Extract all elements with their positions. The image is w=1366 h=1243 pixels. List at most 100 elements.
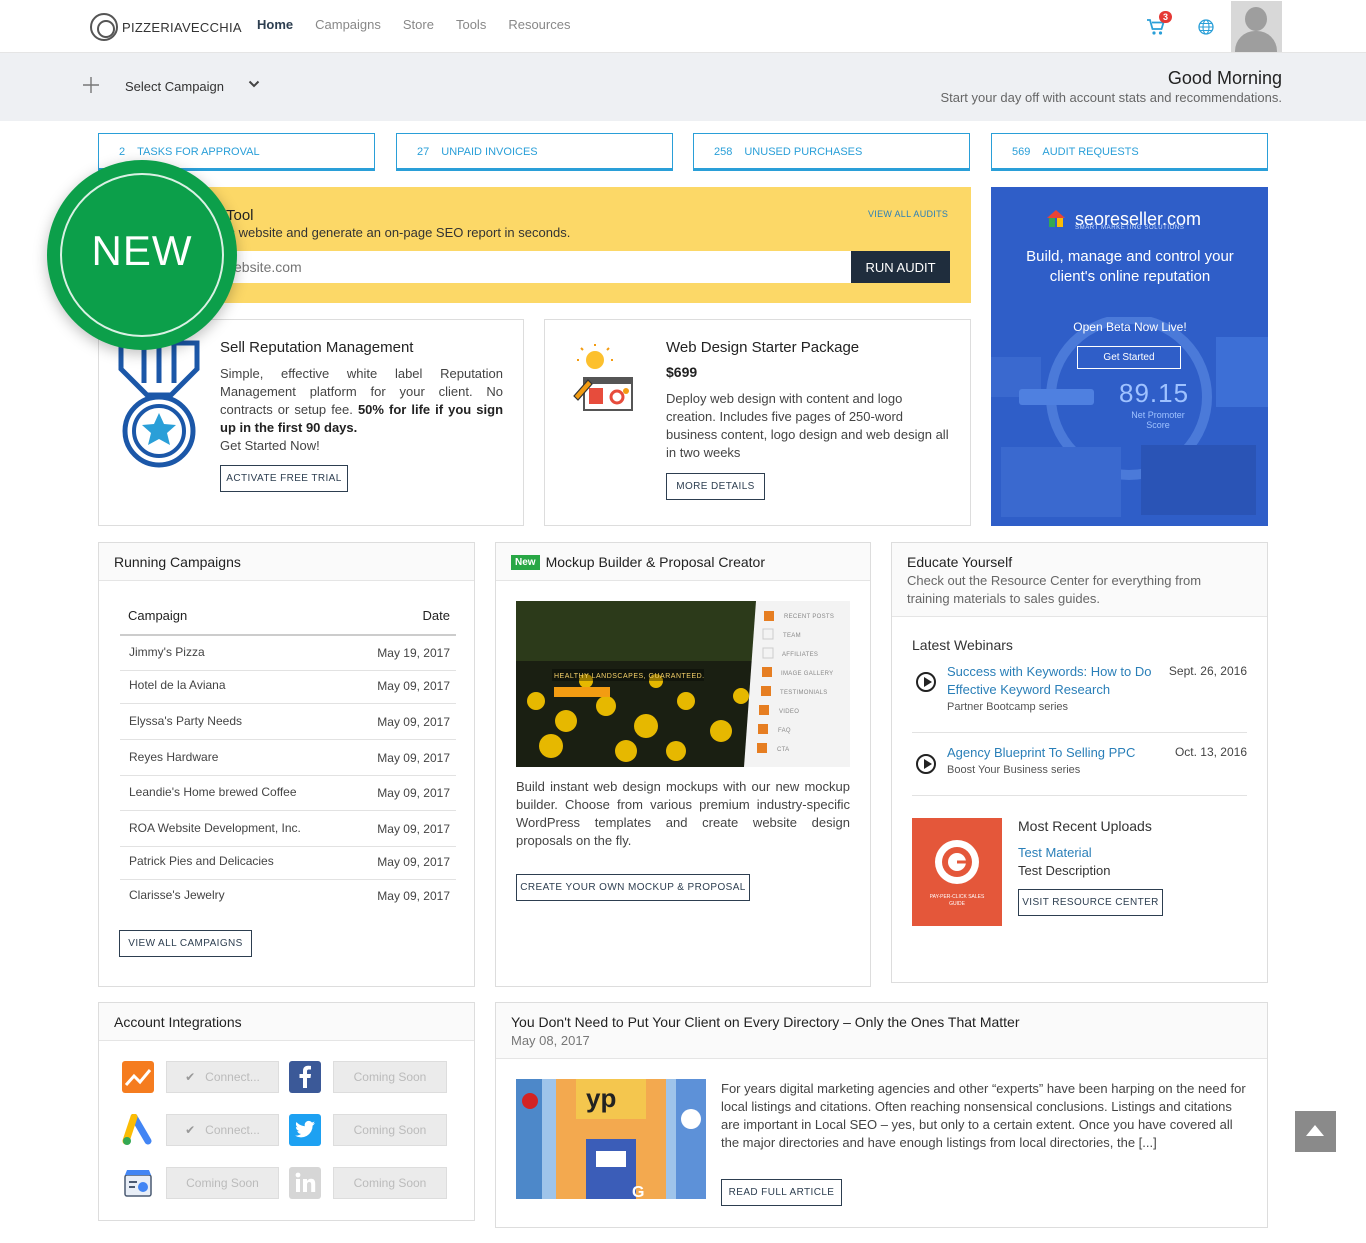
- greeting-subtitle: Start your day off with account stats an…: [940, 90, 1282, 105]
- facebook-coming-soon-button: Coming Soon: [333, 1061, 447, 1093]
- webdesign-price: $699: [666, 364, 698, 380]
- stat-label: UNPAID INVOICES: [441, 146, 538, 158]
- twitter-coming-soon-button: Coming Soon: [333, 1114, 447, 1146]
- nav-home[interactable]: Home: [257, 17, 293, 32]
- svg-text:yp: yp: [586, 1083, 616, 1113]
- add-icon[interactable]: [82, 74, 100, 100]
- run-audit-button[interactable]: RUN AUDIT: [851, 251, 950, 283]
- webinar-1-date: Sept. 26, 2016: [1168, 664, 1247, 678]
- connect-analytics-label: Connect...: [205, 1070, 260, 1084]
- play-icon[interactable]: [916, 672, 936, 692]
- stat-unpaid-invoices[interactable]: 27 UNPAID INVOICES: [396, 133, 673, 171]
- table-row-date: May 09, 2017: [377, 786, 450, 800]
- nav-store[interactable]: Store: [403, 17, 434, 32]
- mockup-checklist-item: AFFILIATES: [782, 652, 819, 658]
- mockup-preview-image: [516, 601, 850, 767]
- table-row-campaign[interactable]: Jimmy's Pizza: [129, 645, 205, 659]
- medal-icon: [118, 340, 200, 468]
- recent-uploads-title: Most Recent Uploads: [1018, 818, 1152, 834]
- col-date-header: Date: [422, 608, 450, 623]
- mockup-title: Mockup Builder & Proposal Creator: [545, 554, 765, 570]
- google-adwords-icon: [122, 1114, 152, 1145]
- select-campaign-dropdown[interactable]: Select Campaign: [125, 79, 224, 94]
- article-excerpt: For years digital marketing agencies and…: [721, 1081, 1246, 1150]
- user-avatar[interactable]: [1231, 1, 1282, 52]
- nav-tools[interactable]: Tools: [456, 17, 486, 32]
- reputation-cta: Get Started Now!: [220, 438, 320, 453]
- table-row-campaign[interactable]: Hotel de la Aviana: [129, 678, 226, 692]
- activate-free-trial-button[interactable]: ACTIVATE FREE TRIAL: [220, 465, 348, 492]
- linkedin-coming-soon-button: Coming Soon: [333, 1167, 447, 1199]
- table-row-divider: [120, 775, 456, 776]
- logo[interactable]: PIZZERIAVECCHIA: [90, 13, 242, 41]
- mockup-checklist-item: VIDEO: [779, 709, 800, 715]
- linkedin-icon: [289, 1167, 321, 1199]
- webinar-1-series: Partner Bootcamp series: [947, 701, 1069, 713]
- table-row-campaign[interactable]: Reyes Hardware: [129, 750, 218, 764]
- view-all-campaigns-button[interactable]: VIEW ALL CAMPAIGNS: [119, 930, 252, 957]
- table-row-campaign[interactable]: Clarisse's Jewelry: [129, 888, 225, 902]
- create-mockup-button[interactable]: CREATE YOUR OWN MOCKUP & PROPOSAL: [516, 874, 750, 901]
- web-design-icon: [573, 344, 633, 411]
- webinar-2-link[interactable]: Agency Blueprint To Selling PPC: [947, 745, 1135, 760]
- nav-resources[interactable]: Resources: [508, 17, 570, 32]
- webinar-divider: [912, 732, 1247, 733]
- audit-url-input[interactable]: [226, 251, 851, 283]
- new-tag: New: [511, 555, 540, 570]
- facebook-icon: [289, 1061, 321, 1093]
- table-row-divider: [120, 846, 456, 847]
- mockup-checklist-item: TEAM: [783, 633, 801, 639]
- scroll-to-top-button[interactable]: [1295, 1111, 1336, 1152]
- read-full-article-button[interactable]: READ FULL ARTICLE: [721, 1179, 842, 1206]
- table-row-campaign[interactable]: Leandie's Home brewed Coffee: [129, 785, 297, 799]
- stat-count: 27: [417, 146, 430, 158]
- visit-resource-center-button[interactable]: VISIT RESOURCE CENTER: [1018, 889, 1163, 916]
- connect-analytics-button[interactable]: ✔ Connect...: [166, 1061, 279, 1093]
- globe-icon[interactable]: [1198, 19, 1214, 40]
- webdesign-title: Web Design Starter Package: [666, 339, 860, 356]
- audit-description: 's website and generate an on-page SEO r…: [226, 225, 571, 240]
- stat-unused-purchases[interactable]: 258 UNUSED PURCHASES: [693, 133, 970, 171]
- table-row-date: May 09, 2017: [377, 855, 450, 869]
- stat-label: AUDIT REQUESTS: [1042, 146, 1139, 158]
- upload-thumbnail[interactable]: PAY-PER-CLICK SALES GUIDE: [912, 818, 1002, 926]
- connect-adwords-button[interactable]: ✔ Connect...: [166, 1114, 279, 1146]
- webinar-1-title[interactable]: Success with Keywords: How to Do Effecti…: [947, 663, 1152, 699]
- article-image[interactable]: yp G: [516, 1079, 706, 1199]
- more-details-button[interactable]: MORE DETAILS: [666, 473, 765, 500]
- reputation-title: Sell Reputation Management: [220, 339, 414, 356]
- ad-beta-text: Open Beta Now Live!: [1073, 320, 1187, 334]
- running-campaigns-title: Running Campaigns: [114, 554, 241, 570]
- mockup-checklist-item: TESTIMONIALS: [780, 690, 828, 696]
- stat-label: UNUSED PURCHASES: [744, 146, 863, 158]
- table-row-date: May 09, 2017: [377, 889, 450, 903]
- connect-adwords-label: Connect...: [205, 1123, 260, 1137]
- view-all-audits-link[interactable]: VIEW ALL AUDITS: [868, 209, 948, 219]
- nav-campaigns[interactable]: Campaigns: [315, 17, 381, 32]
- table-row-campaign[interactable]: ROA Website Development, Inc.: [129, 821, 301, 835]
- ad-headline: Build, manage and control your client's …: [1026, 248, 1234, 285]
- chevron-down-icon[interactable]: [248, 76, 260, 92]
- webinar-1-link[interactable]: Success with Keywords: How to Do Effecti…: [947, 664, 1151, 697]
- panel-header-bg: [496, 1003, 1267, 1059]
- logo-text: PIZZERIAVECCHIA: [122, 19, 242, 35]
- stat-audit-requests[interactable]: 569 AUDIT REQUESTS: [991, 133, 1268, 171]
- ad-get-started-button[interactable]: Get Started: [1077, 346, 1181, 369]
- upload-link[interactable]: Test Material: [1018, 845, 1092, 860]
- twitter-icon: [289, 1114, 321, 1146]
- article-title[interactable]: You Don't Need to Put Your Client on Eve…: [511, 1014, 1020, 1030]
- table-row-divider: [120, 810, 456, 811]
- table-row-date: May 19, 2017: [377, 646, 450, 660]
- svg-text:G: G: [632, 1184, 644, 1199]
- play-icon[interactable]: [916, 754, 936, 774]
- mockup-image-caption: HEALTHY LANDSCAPES, GUARANTEED.: [554, 673, 705, 680]
- webinar-2-title[interactable]: Agency Blueprint To Selling PPC: [947, 744, 1152, 762]
- table-row-campaign[interactable]: Patrick Pies and Delicacies: [129, 854, 274, 868]
- mockup-title-row: New Mockup Builder & Proposal Creator: [511, 554, 765, 570]
- educate-subtitle: Check out the Resource Center for everyt…: [907, 573, 1202, 606]
- table-row-divider: [120, 739, 456, 740]
- webinar-divider: [912, 795, 1247, 796]
- latest-webinars-title: Latest Webinars: [912, 637, 1013, 653]
- mockup-body: Build instant web design mockups with ou…: [516, 779, 850, 848]
- table-row-campaign[interactable]: Elyssa's Party Needs: [129, 714, 242, 728]
